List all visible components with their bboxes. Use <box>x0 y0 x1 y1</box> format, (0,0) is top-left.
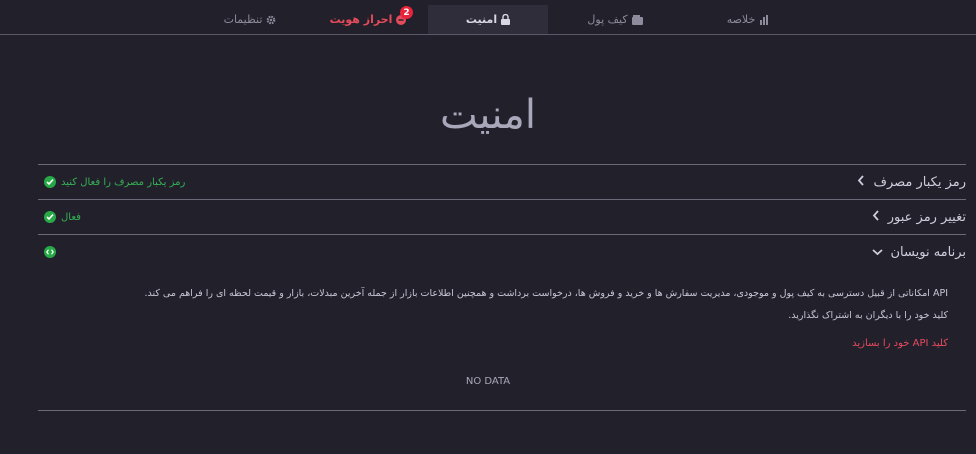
api-warning: کلید خود را با دیگران به اشتراک نگذارید. <box>788 310 948 321</box>
wallet-icon <box>631 14 643 25</box>
section-change-password[interactable]: تغییر رمز عبور فعال <box>38 200 966 234</box>
section-otp-header[interactable]: رمز یکبار مصرف <box>857 165 966 199</box>
page-title: امنیت <box>440 92 536 138</box>
bar-chart-icon <box>759 14 769 25</box>
section-change-password-title: تغییر رمز عبور <box>887 209 966 225</box>
top-navigation: خلاصه کیف پول امنیت احراز هویت 2 تنظیمات <box>0 0 976 35</box>
tab-security[interactable]: امنیت <box>428 5 548 34</box>
tab-settings-label: تنظیمات <box>223 13 263 26</box>
section-change-password-status-text: فعال <box>61 211 81 223</box>
notification-badge: 2 <box>400 6 413 19</box>
section-developers[interactable]: برنامه نویسان <box>38 235 966 269</box>
section-otp-title: رمز یکبار مصرف <box>873 174 966 190</box>
chevron-left-icon <box>857 174 865 190</box>
create-api-key-link[interactable]: کلید API خود را بسازید <box>852 338 948 349</box>
check-circle-icon <box>44 211 56 223</box>
divider <box>38 410 966 411</box>
section-developers-status <box>44 235 56 269</box>
section-otp-status: رمز یکبار مصرف را فعال کنید <box>44 165 185 199</box>
tab-summary-label: خلاصه <box>726 13 756 26</box>
tab-summary[interactable]: خلاصه <box>693 5 803 34</box>
section-otp-status-text: رمز یکبار مصرف را فعال کنید <box>61 176 186 188</box>
check-circle-icon <box>44 176 56 188</box>
chevron-down-icon <box>871 245 883 260</box>
section-developers-header[interactable]: برنامه نویسان <box>871 235 967 269</box>
gear-icon <box>266 15 276 25</box>
lock-icon <box>501 14 511 25</box>
code-icon <box>44 246 56 258</box>
empty-state: NO DATA <box>465 376 511 387</box>
section-change-password-header[interactable]: تغییر رمز عبور <box>872 200 966 234</box>
section-developers-title: برنامه نویسان <box>890 244 967 260</box>
section-change-password-status: فعال <box>44 200 81 234</box>
tab-verification-label: احراز هویت <box>329 13 393 26</box>
tab-verification[interactable]: احراز هویت 2 <box>318 5 418 34</box>
tab-security-label: امنیت <box>465 13 498 26</box>
chevron-left-icon <box>872 209 880 225</box>
api-description: API امکاناتی از قبیل دسترسی به کیف پول و… <box>144 288 949 299</box>
tab-wallet-label: کیف پول <box>587 13 628 26</box>
section-otp[interactable]: رمز یکبار مصرف رمز یکبار مصرف را فعال کن… <box>38 165 966 199</box>
tab-settings[interactable]: تنظیمات <box>200 5 300 34</box>
tab-wallet[interactable]: کیف پول <box>560 5 670 34</box>
